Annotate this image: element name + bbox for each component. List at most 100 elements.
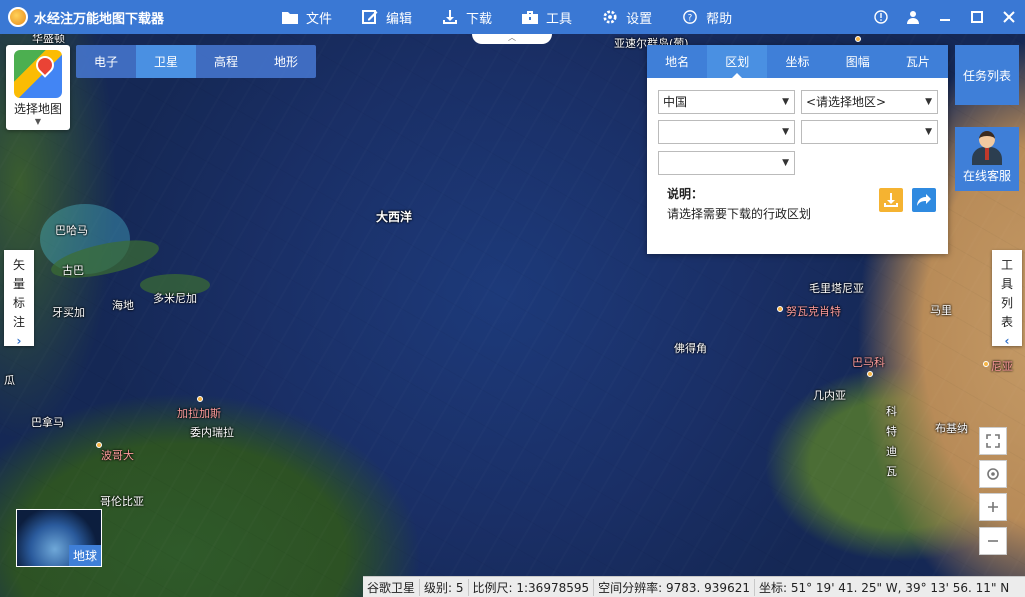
top-collapse-handle[interactable]: ︿ xyxy=(472,34,552,44)
app-title: 水经注万能地图下载器 xyxy=(34,11,165,27)
chevron-down-icon: ▼ xyxy=(925,127,932,137)
label-cuba: 古巴 xyxy=(62,264,84,277)
help-icon: ? xyxy=(683,10,697,24)
locate-button[interactable] xyxy=(979,460,1007,488)
tab-coordinates[interactable]: 坐标 xyxy=(767,45,827,78)
status-bar: 谷歌卫星 级别: 5 比例尺: 1:36978595 空间分辨率: 9783. … xyxy=(363,576,1025,597)
label-caracas: 加拉加斯 xyxy=(177,407,221,420)
tab-terrain[interactable]: 地形 xyxy=(256,45,316,78)
svg-text:?: ? xyxy=(688,14,693,24)
tab-satellite[interactable]: 卫星 xyxy=(136,45,196,78)
vector-annotation-char: 注 xyxy=(12,315,25,329)
download-icon xyxy=(443,10,458,24)
maximize-button[interactable] xyxy=(961,0,993,34)
service-avatar-icon xyxy=(972,131,1002,165)
chevron-down-icon: ▼ xyxy=(782,127,789,137)
label-haiti: 海地 xyxy=(112,299,134,312)
tab-elevation[interactable]: 高程 xyxy=(196,45,256,78)
status-source: 谷歌卫星 xyxy=(363,578,421,596)
status-resolution: 空间分辨率: 9783. 939621 xyxy=(594,578,755,596)
online-service-label: 在线客服 xyxy=(962,169,1011,183)
user-icon xyxy=(907,11,919,24)
close-icon xyxy=(1003,11,1015,23)
chevron-down-icon: ▼ xyxy=(925,97,932,107)
menu-file[interactable]: 文件 xyxy=(282,0,332,34)
label-colombia: 哥伦比亚 xyxy=(100,495,144,508)
share-button[interactable] xyxy=(912,188,936,212)
globe-view-button[interactable]: 地球 xyxy=(16,509,102,567)
gear-icon xyxy=(603,10,617,24)
tab-electronic[interactable]: 电子 xyxy=(76,45,136,78)
online-service-button[interactable]: 在线客服 xyxy=(955,127,1019,191)
label-left-partial: 瓜 xyxy=(4,374,15,387)
region-panel: 地名 区划 坐标 图幅 瓦片 中国 ▼ <请选择地区> ▼ ▼ ▼ ▼ 说明： … xyxy=(647,45,948,254)
chevron-right-icon: › xyxy=(16,334,22,348)
menu-tools-label: 工具 xyxy=(546,11,573,27)
country-select[interactable]: 中国 ▼ xyxy=(658,90,795,114)
vector-annotation-tab[interactable]: 矢 量 标 注 › xyxy=(4,250,34,348)
label-bahamas: 巴哈马 xyxy=(55,224,88,237)
label-nouakchott: 努瓦克肖特 xyxy=(786,305,841,318)
fullscreen-button[interactable] xyxy=(979,427,1007,455)
tab-map-sheet[interactable]: 图幅 xyxy=(828,45,888,78)
menu-edit[interactable]: 编辑 xyxy=(362,0,412,34)
status-coords: 坐标: 51° 19' 41. 25" W, 39° 13' 56. 11" N xyxy=(758,580,1010,595)
download-region-button[interactable] xyxy=(879,188,903,212)
status-level: 级别: 5 xyxy=(420,578,469,596)
description-title: 说明： xyxy=(667,187,704,201)
plus-icon xyxy=(988,502,998,512)
label-cape-verde: 佛得角 xyxy=(674,342,707,355)
fullscreen-icon xyxy=(986,434,1000,448)
tool-list-char: 具 xyxy=(1000,277,1013,291)
user-button[interactable] xyxy=(897,0,929,34)
folder-icon xyxy=(282,12,298,24)
menu-download[interactable]: 下载 xyxy=(442,0,492,34)
minus-icon xyxy=(988,540,998,542)
chevron-down-icon: ▼ xyxy=(34,117,42,126)
tab-place-name[interactable]: 地名 xyxy=(647,45,707,78)
info-icon xyxy=(874,10,888,24)
tab-admin-region[interactable]: 区划 xyxy=(707,45,768,78)
bamako-marker xyxy=(867,371,873,377)
download-icon xyxy=(884,193,898,207)
minimize-button[interactable] xyxy=(929,0,961,34)
tool-list-char: 列 xyxy=(1000,296,1013,310)
select-map-button[interactable]: 选择地图 ▼ xyxy=(6,45,70,130)
locate-icon xyxy=(987,468,999,480)
task-list-button[interactable]: 任务列表 xyxy=(955,45,1019,105)
label-mauritania: 毛里塔尼亚 xyxy=(809,282,864,295)
main-menu: 文件 编辑 下载 工具 设置 ? 帮助 xyxy=(282,0,762,34)
maximize-icon xyxy=(971,11,983,23)
city-select[interactable]: ▼ xyxy=(658,120,795,144)
edit-icon xyxy=(362,10,378,24)
district-select[interactable]: ▼ xyxy=(801,120,938,144)
info-button[interactable] xyxy=(865,0,897,34)
menu-settings[interactable]: 设置 xyxy=(602,0,652,34)
close-button[interactable] xyxy=(993,0,1025,34)
zoom-in-button[interactable] xyxy=(979,493,1007,521)
toolbox-icon xyxy=(522,11,539,24)
tool-list-tab[interactable]: 工 具 列 表 ‹ xyxy=(992,250,1022,348)
town-select[interactable]: ▼ xyxy=(658,151,795,175)
label-niger-partial: 尼亚 xyxy=(991,360,1013,373)
menu-tools[interactable]: 工具 xyxy=(522,0,572,34)
panel-tabs: 地名 区划 坐标 图幅 瓦片 xyxy=(647,45,948,78)
zoom-out-button[interactable] xyxy=(979,527,1007,555)
label-bogota: 波哥大 xyxy=(101,449,134,462)
region-select-value: <请选择地区> xyxy=(806,95,887,109)
label-jamaica: 牙买加 xyxy=(52,306,85,319)
chevron-left-icon: ‹ xyxy=(1004,334,1010,348)
menu-help-label: 帮助 xyxy=(706,11,733,27)
region-select[interactable]: <请选择地区> ▼ xyxy=(801,90,938,114)
share-arrow-icon xyxy=(917,194,931,206)
description-text: 请选择需要下载的行政区划 xyxy=(667,207,812,221)
menu-edit-label: 编辑 xyxy=(386,11,413,27)
map-type-tabs: 电子 卫星 高程 地形 xyxy=(76,45,316,78)
menu-help[interactable]: ? 帮助 xyxy=(682,0,732,34)
minimize-icon xyxy=(940,19,950,21)
chevron-down-icon: ▼ xyxy=(782,97,789,107)
label-panama: 巴拿马 xyxy=(31,416,64,429)
tab-tiles[interactable]: 瓦片 xyxy=(888,45,948,78)
chevron-down-icon: ▼ xyxy=(782,158,789,168)
vector-annotation-char: 标 xyxy=(12,296,25,310)
